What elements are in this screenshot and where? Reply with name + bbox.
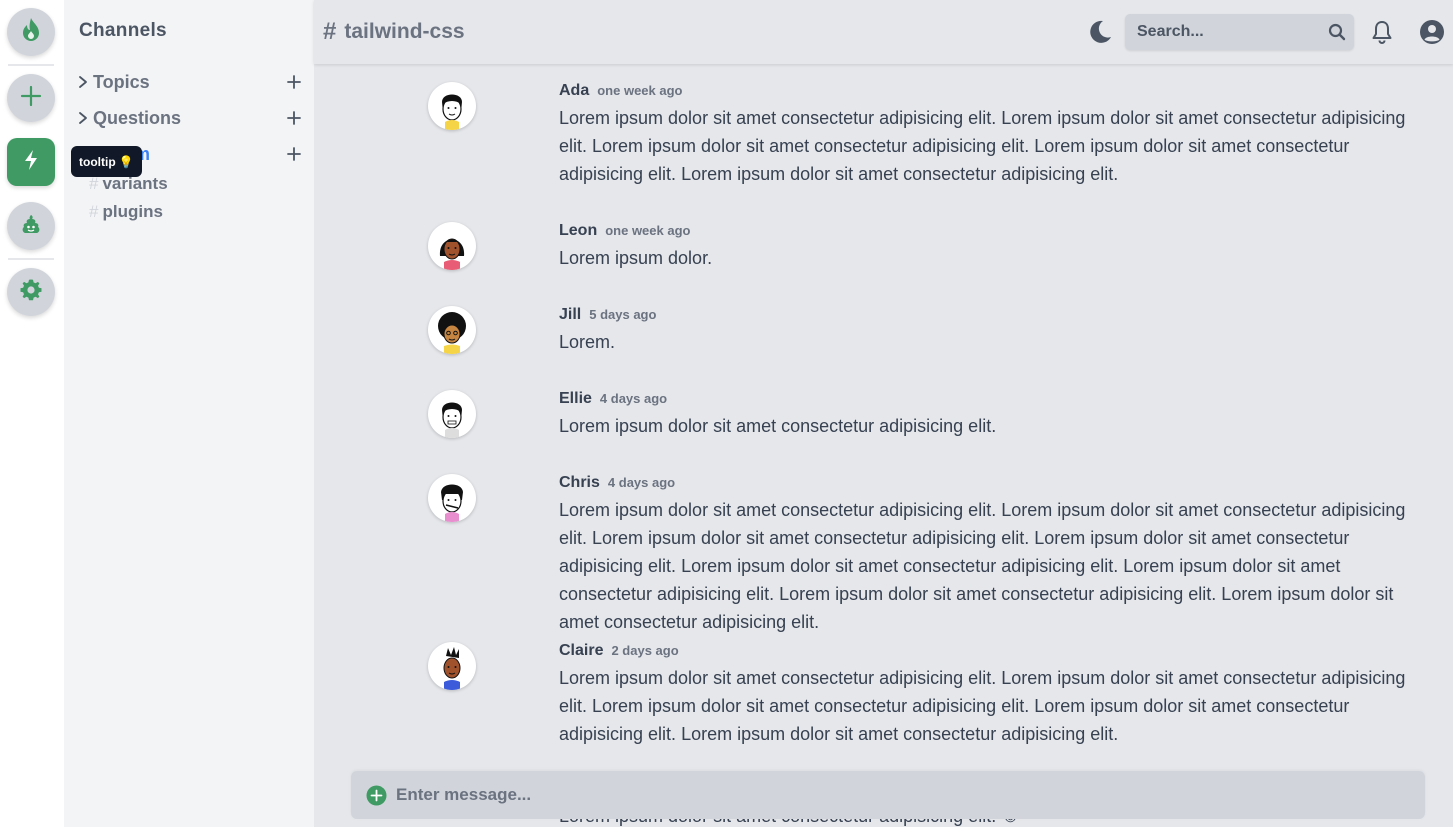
avatar[interactable] bbox=[428, 306, 476, 354]
message-timestamp: one week ago bbox=[605, 223, 691, 238]
active-server-button[interactable] bbox=[7, 138, 55, 186]
lightbulb-icon: 💡 bbox=[118, 154, 134, 169]
chevron-right-icon bbox=[79, 76, 87, 88]
section-topics[interactable]: Topics bbox=[76, 70, 304, 94]
section-questions[interactable]: Questions bbox=[76, 106, 304, 130]
channels-sidebar: Channels Topics Questions om # variants … bbox=[64, 0, 314, 827]
message-timestamp: 4 days ago bbox=[607, 475, 676, 490]
hash-icon: # bbox=[89, 174, 99, 193]
chevron-right-icon bbox=[79, 112, 87, 124]
channel-header: # tailwind-css bbox=[314, 0, 1453, 64]
message-input[interactable] bbox=[396, 771, 1396, 819]
sidebar-title: Channels bbox=[79, 20, 167, 41]
message-text: Lorem ipsum dolor. bbox=[559, 248, 713, 268]
moon-icon[interactable] bbox=[1086, 18, 1114, 46]
search-box bbox=[1125, 14, 1354, 50]
message-author[interactable]: Chris bbox=[559, 474, 600, 492]
message-author[interactable]: Ellie bbox=[559, 390, 592, 408]
settings-button[interactable] bbox=[7, 268, 55, 316]
tooltip-text: tooltip bbox=[79, 154, 116, 169]
gear-icon bbox=[19, 278, 43, 307]
channel-label: variants bbox=[102, 174, 168, 193]
add-channel-icon[interactable] bbox=[284, 72, 304, 92]
hash-icon: # bbox=[323, 18, 337, 45]
channel-title: # tailwind-css bbox=[323, 18, 465, 46]
message-timestamp: 4 days ago bbox=[599, 391, 668, 406]
home-button[interactable] bbox=[7, 8, 55, 56]
message-text: Lorem ipsum dolor sit amet consectetur a… bbox=[559, 500, 1406, 632]
user-circle-icon[interactable] bbox=[1419, 19, 1445, 45]
add-server-button[interactable] bbox=[7, 74, 55, 122]
message-timestamp: 2 days ago bbox=[611, 643, 679, 658]
poo-icon bbox=[20, 213, 42, 240]
message-list: Ada one week ago Lorem ipsum dolor sit a… bbox=[314, 64, 1453, 827]
message-text: Lorem ipsum dolor sit amet consectetur a… bbox=[559, 416, 997, 436]
message-author[interactable]: Leon bbox=[559, 222, 597, 240]
avatar[interactable] bbox=[428, 82, 476, 130]
avatar[interactable] bbox=[428, 390, 476, 438]
search-icon[interactable] bbox=[1328, 23, 1346, 41]
avatar[interactable] bbox=[428, 222, 476, 270]
rail-divider bbox=[8, 64, 54, 66]
channel-item[interactable]: # plugins bbox=[89, 202, 163, 222]
message-author[interactable]: Jill bbox=[559, 306, 581, 324]
section-label: Questions bbox=[93, 107, 182, 128]
section-label: Topics bbox=[93, 71, 150, 92]
message-text: Lorem ipsum dolor sit amet consectetur a… bbox=[559, 108, 1406, 184]
plus-icon bbox=[20, 85, 42, 112]
rail-divider bbox=[8, 258, 54, 260]
channel-label: plugins bbox=[102, 202, 163, 221]
bell-icon[interactable] bbox=[1370, 19, 1394, 45]
message-composer bbox=[351, 771, 1425, 819]
message-author[interactable]: Ada bbox=[559, 82, 589, 100]
add-channel-icon[interactable] bbox=[284, 108, 304, 128]
avatar[interactable] bbox=[428, 474, 476, 522]
message-author[interactable]: Claire bbox=[559, 642, 603, 660]
server-rail bbox=[0, 0, 64, 827]
hash-icon: # bbox=[89, 202, 99, 221]
tooltip: tooltip 💡 bbox=[71, 146, 142, 177]
message-timestamp: 5 days ago bbox=[589, 307, 657, 322]
server-button[interactable] bbox=[7, 202, 55, 250]
plus-circle-icon[interactable] bbox=[366, 785, 387, 806]
channel-name: tailwind-css bbox=[344, 20, 465, 43]
message-timestamp: one week ago bbox=[597, 83, 683, 98]
fire-icon bbox=[20, 17, 42, 48]
bolt-icon bbox=[22, 149, 40, 176]
message-text: Lorem. bbox=[559, 332, 616, 352]
add-channel-icon[interactable] bbox=[284, 144, 304, 164]
message-text: Lorem ipsum dolor sit amet consectetur a… bbox=[559, 668, 1406, 744]
search-input[interactable] bbox=[1125, 14, 1320, 50]
avatar[interactable] bbox=[428, 642, 476, 690]
channel-item[interactable]: # variants bbox=[89, 174, 168, 194]
